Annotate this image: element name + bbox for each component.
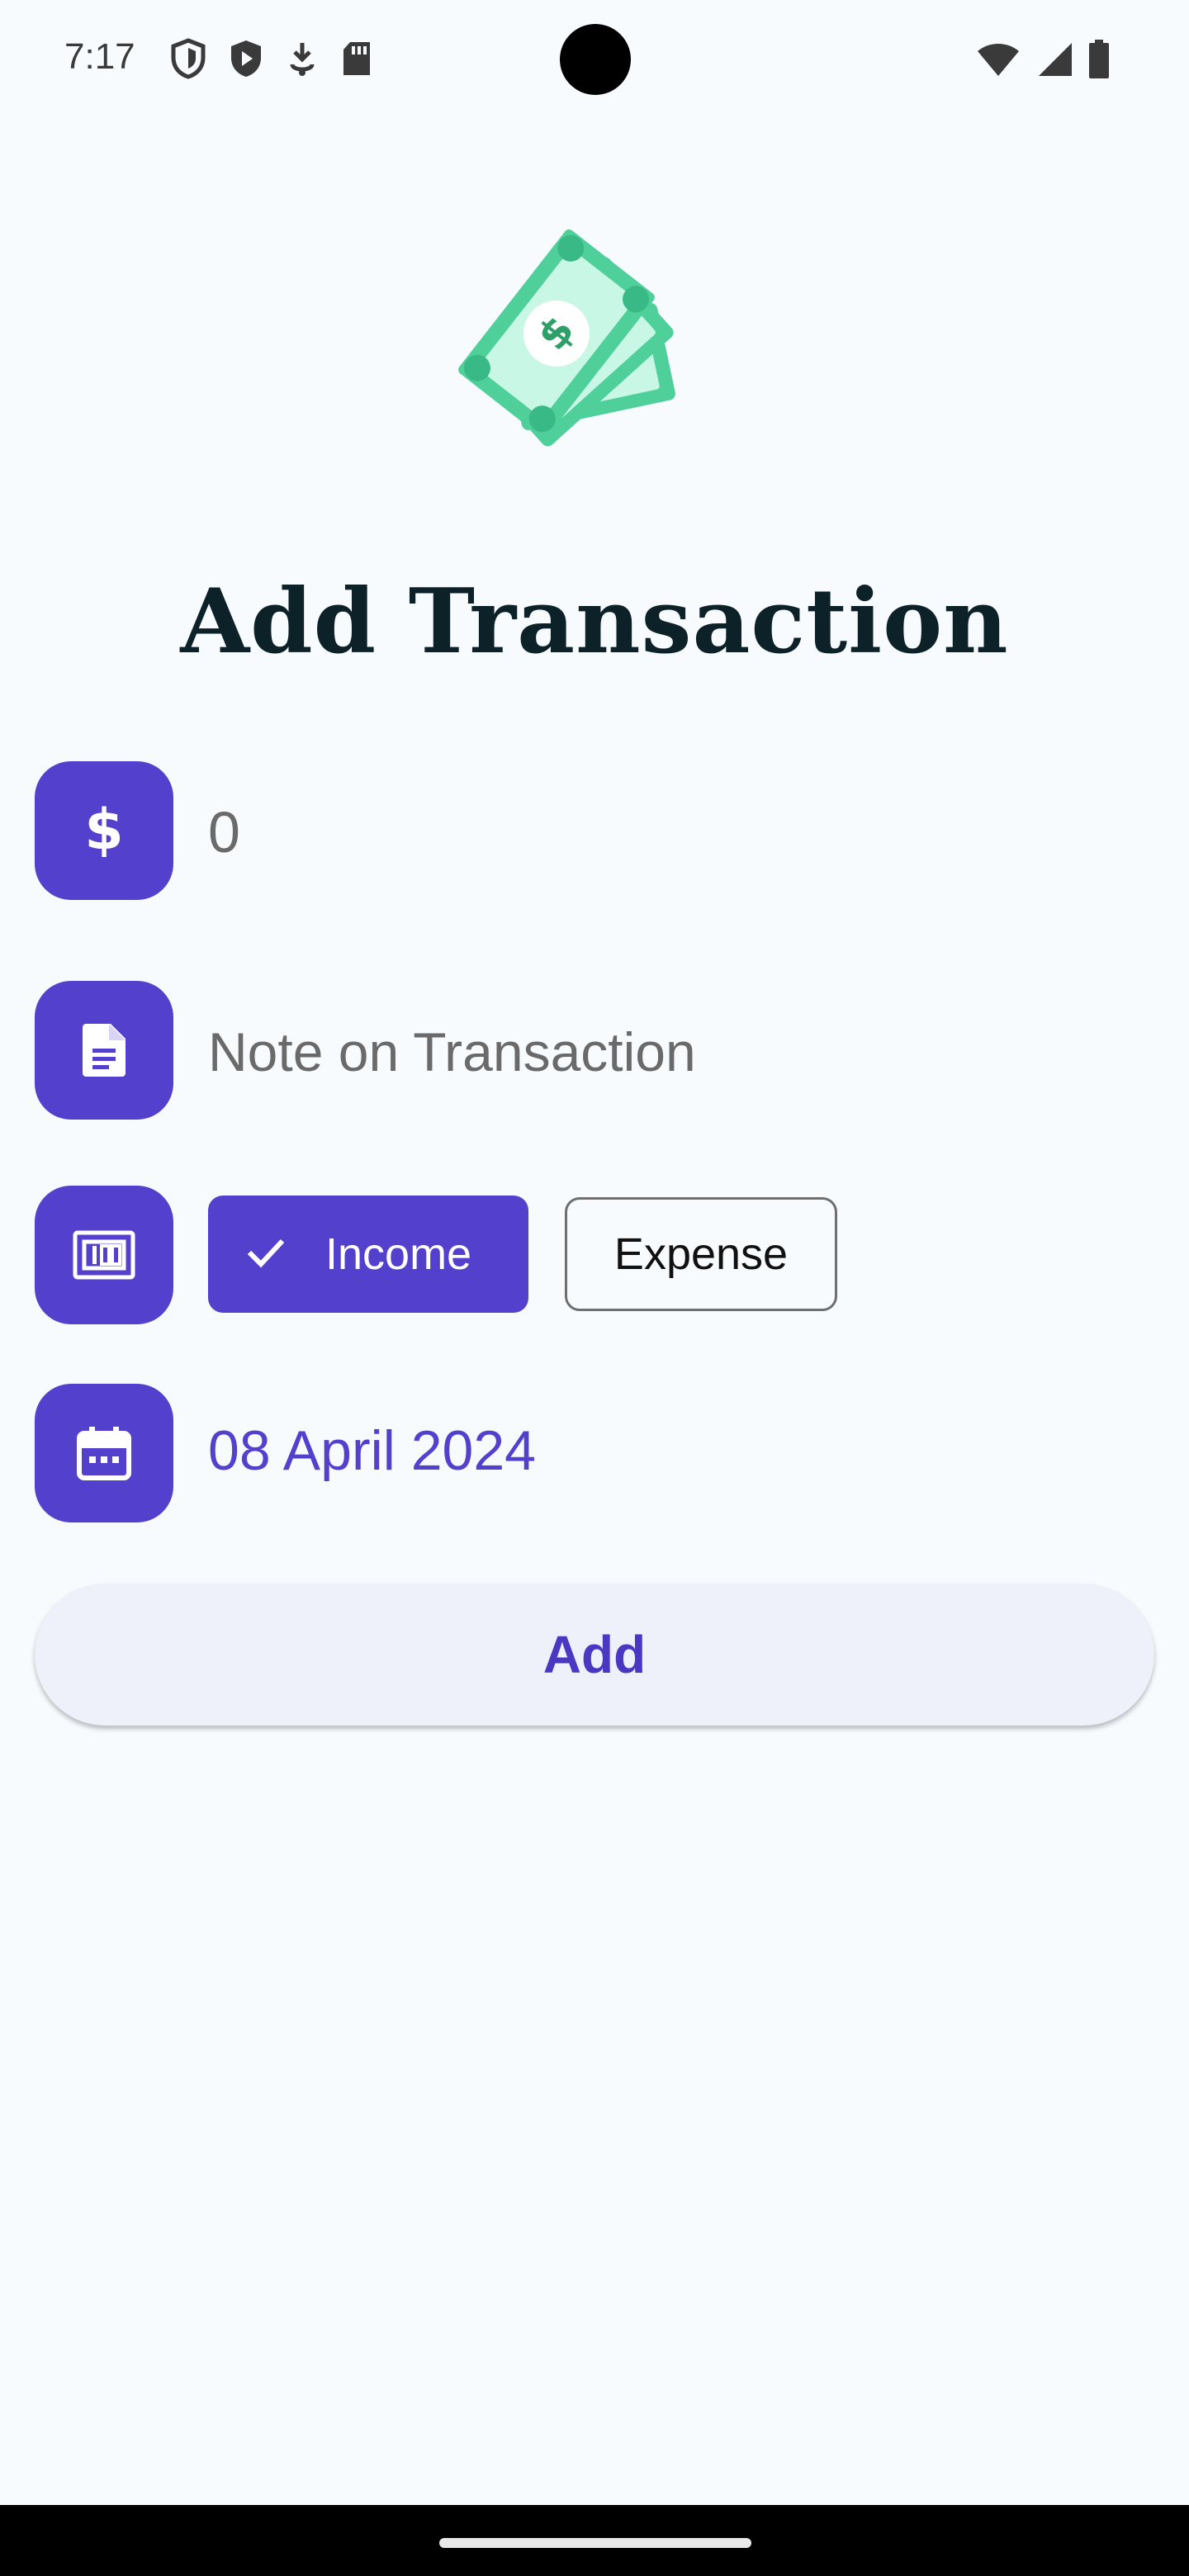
status-icons-left: [170, 38, 373, 79]
income-chip-label: Income: [325, 1229, 472, 1279]
dollar-icon: $: [79, 798, 129, 864]
date-icon-tile: [35, 1384, 173, 1522]
income-chip[interactable]: Income: [208, 1196, 528, 1313]
home-indicator[interactable]: [439, 2538, 751, 2548]
add-button-label: Add: [542, 1625, 647, 1684]
type-icon-tile: [35, 1186, 173, 1324]
signal-icon: [1035, 41, 1073, 82]
amount-input[interactable]: 0: [208, 799, 240, 865]
wifi-icon: [976, 41, 1021, 82]
date-picker[interactable]: 08 April 2024: [208, 1418, 536, 1483]
battery-icon: [1088, 40, 1110, 83]
camera-cutout: [560, 24, 631, 95]
calendar-icon: [76, 1425, 132, 1481]
shield-outline-icon: [170, 38, 206, 79]
note-icon-tile: [35, 981, 173, 1120]
shield-play-icon: [228, 38, 264, 79]
note-input[interactable]: Note on Transaction: [208, 1020, 696, 1083]
check-icon: [246, 1236, 286, 1273]
expense-chip[interactable]: Expense: [565, 1197, 837, 1311]
expense-chip-label: Expense: [613, 1229, 789, 1279]
sd-card-icon: [340, 40, 373, 78]
document-icon: [81, 1022, 127, 1078]
money-bills-icon: $ $: [443, 218, 748, 490]
amount-icon-tile: $: [35, 761, 173, 900]
status-icons-right: [976, 40, 1110, 83]
money-counter-icon: [73, 1230, 135, 1280]
download-icon: [286, 40, 319, 78]
svg-text:$: $: [84, 798, 123, 863]
page-title: Add Transaction: [180, 570, 1009, 674]
add-button[interactable]: Add: [35, 1584, 1154, 1726]
status-time: 7:17: [64, 36, 135, 77]
status-bar: 7:17: [0, 0, 1189, 116]
